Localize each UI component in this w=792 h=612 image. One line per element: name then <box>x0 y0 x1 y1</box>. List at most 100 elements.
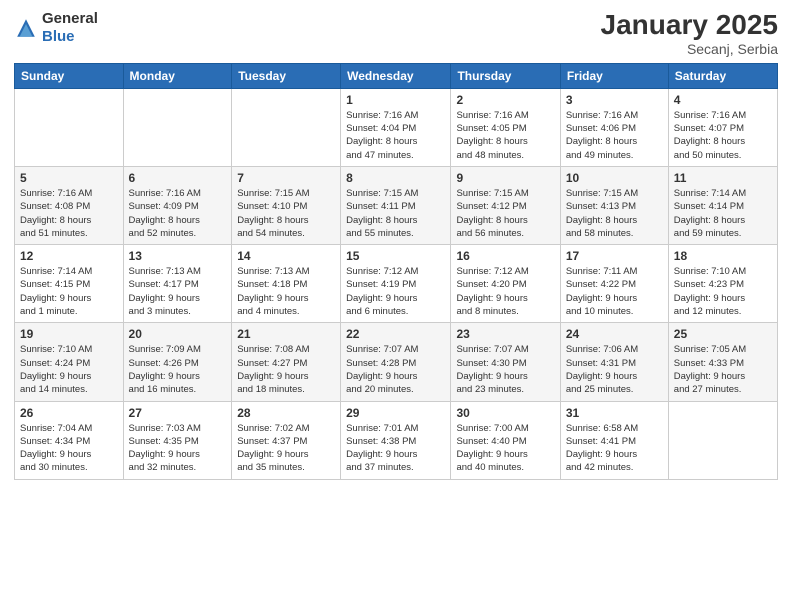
week-row-3: 12 Sunrise: 7:14 AM Sunset: 4:15 PM Dayli… <box>15 245 778 323</box>
logo-text: General Blue <box>42 10 98 46</box>
calendar-table: Sunday Monday Tuesday Wednesday Thursday… <box>14 63 778 480</box>
table-row: 4 Sunrise: 7:16 AM Sunset: 4:07 PM Daylig… <box>668 88 777 166</box>
table-row: 13 Sunrise: 7:13 AM Sunset: 4:17 PM Dayli… <box>123 245 232 323</box>
day-number: 7 <box>237 171 335 185</box>
table-row: 1 Sunrise: 7:16 AM Sunset: 4:04 PM Daylig… <box>341 88 451 166</box>
table-row: 22 Sunrise: 7:07 AM Sunset: 4:28 PM Dayli… <box>341 323 451 401</box>
table-row: 17Sunrise: 7:11 AM Sunset: 4:22 PM Dayli… <box>560 245 668 323</box>
day-number: 1 <box>346 93 445 107</box>
day-number: 3 <box>566 93 663 107</box>
day-info: Sunrise: 7:16 AM Sunset: 4:04 PM Dayligh… <box>346 109 445 162</box>
day-number: 16 <box>456 249 554 263</box>
week-row-1: 1 Sunrise: 7:16 AM Sunset: 4:04 PM Daylig… <box>15 88 778 166</box>
day-info: Sunrise: 7:06 AM Sunset: 4:31 PM Dayligh… <box>566 343 663 396</box>
table-row: 14 Sunrise: 7:13 AM Sunset: 4:18 PM Dayli… <box>232 245 341 323</box>
day-number: 6 <box>129 171 227 185</box>
header-thursday: Thursday <box>451 63 560 88</box>
table-row <box>15 88 124 166</box>
day-info: Sunrise: 7:07 AM Sunset: 4:30 PM Dayligh… <box>456 343 554 396</box>
header-friday: Friday <box>560 63 668 88</box>
table-row <box>668 401 777 479</box>
day-number: 21 <box>237 327 335 341</box>
day-number: 14 <box>237 249 335 263</box>
week-row-5: 26 Sunrise: 7:04 AM Sunset: 4:34 PM Dayli… <box>15 401 778 479</box>
table-row: 12 Sunrise: 7:14 AM Sunset: 4:15 PM Dayli… <box>15 245 124 323</box>
day-number: 22 <box>346 327 445 341</box>
day-info: Sunrise: 7:03 AM Sunset: 4:35 PM Dayligh… <box>129 422 227 475</box>
day-info: Sunrise: 7:15 AM Sunset: 4:11 PM Dayligh… <box>346 187 445 240</box>
week-row-4: 19 Sunrise: 7:10 AM Sunset: 4:24 PM Dayli… <box>15 323 778 401</box>
day-info: Sunrise: 7:10 AM Sunset: 4:24 PM Dayligh… <box>20 343 118 396</box>
day-number: 9 <box>456 171 554 185</box>
day-number: 8 <box>346 171 445 185</box>
table-row: 26 Sunrise: 7:04 AM Sunset: 4:34 PM Dayli… <box>15 401 124 479</box>
day-info: Sunrise: 7:08 AM Sunset: 4:27 PM Dayligh… <box>237 343 335 396</box>
day-info: Sunrise: 7:16 AM Sunset: 4:06 PM Dayligh… <box>566 109 663 162</box>
table-row: 5 Sunrise: 7:16 AM Sunset: 4:08 PM Daylig… <box>15 166 124 244</box>
day-number: 31 <box>566 406 663 420</box>
day-info: Sunrise: 7:16 AM Sunset: 4:05 PM Dayligh… <box>456 109 554 162</box>
day-number: 20 <box>129 327 227 341</box>
table-row <box>232 88 341 166</box>
title-block: January 2025 Secanj, Serbia <box>601 10 778 57</box>
table-row: 2Sunrise: 7:16 AM Sunset: 4:05 PM Daylig… <box>451 88 560 166</box>
day-info: Sunrise: 7:15 AM Sunset: 4:10 PM Dayligh… <box>237 187 335 240</box>
calendar-container: General Blue January 2025 Secanj, Serbia… <box>0 0 792 490</box>
day-number: 25 <box>674 327 772 341</box>
day-info: Sunrise: 7:16 AM Sunset: 4:07 PM Dayligh… <box>674 109 772 162</box>
day-info: Sunrise: 7:16 AM Sunset: 4:09 PM Dayligh… <box>129 187 227 240</box>
day-info: Sunrise: 7:15 AM Sunset: 4:13 PM Dayligh… <box>566 187 663 240</box>
logo-general: General <box>42 10 98 27</box>
month-title: January 2025 <box>601 10 778 41</box>
table-row: 7 Sunrise: 7:15 AM Sunset: 4:10 PM Daylig… <box>232 166 341 244</box>
day-info: Sunrise: 7:15 AM Sunset: 4:12 PM Dayligh… <box>456 187 554 240</box>
day-info: Sunrise: 7:01 AM Sunset: 4:38 PM Dayligh… <box>346 422 445 475</box>
day-number: 11 <box>674 171 772 185</box>
table-row: 6 Sunrise: 7:16 AM Sunset: 4:09 PM Daylig… <box>123 166 232 244</box>
header-row: General Blue January 2025 Secanj, Serbia <box>14 10 778 57</box>
day-number: 5 <box>20 171 118 185</box>
day-info: Sunrise: 7:14 AM Sunset: 4:15 PM Dayligh… <box>20 265 118 318</box>
day-number: 4 <box>674 93 772 107</box>
table-row: 19 Sunrise: 7:10 AM Sunset: 4:24 PM Dayli… <box>15 323 124 401</box>
day-number: 27 <box>129 406 227 420</box>
table-row: 30Sunrise: 7:00 AM Sunset: 4:40 PM Dayli… <box>451 401 560 479</box>
day-info: Sunrise: 7:02 AM Sunset: 4:37 PM Dayligh… <box>237 422 335 475</box>
day-info: Sunrise: 7:13 AM Sunset: 4:18 PM Dayligh… <box>237 265 335 318</box>
day-number: 10 <box>566 171 663 185</box>
day-info: Sunrise: 7:10 AM Sunset: 4:23 PM Dayligh… <box>674 265 772 318</box>
day-info: Sunrise: 7:13 AM Sunset: 4:17 PM Dayligh… <box>129 265 227 318</box>
table-row: 18Sunrise: 7:10 AM Sunset: 4:23 PM Dayli… <box>668 245 777 323</box>
day-number: 28 <box>237 406 335 420</box>
day-number: 26 <box>20 406 118 420</box>
day-number: 24 <box>566 327 663 341</box>
day-info: Sunrise: 7:07 AM Sunset: 4:28 PM Dayligh… <box>346 343 445 396</box>
table-row <box>123 88 232 166</box>
day-info: Sunrise: 7:12 AM Sunset: 4:19 PM Dayligh… <box>346 265 445 318</box>
day-number: 13 <box>129 249 227 263</box>
table-row: 31Sunrise: 6:58 AM Sunset: 4:41 PM Dayli… <box>560 401 668 479</box>
location-subtitle: Secanj, Serbia <box>601 41 778 57</box>
table-row: 11Sunrise: 7:14 AM Sunset: 4:14 PM Dayli… <box>668 166 777 244</box>
day-info: Sunrise: 7:16 AM Sunset: 4:08 PM Dayligh… <box>20 187 118 240</box>
table-row: 10 Sunrise: 7:15 AM Sunset: 4:13 PM Dayli… <box>560 166 668 244</box>
header-tuesday: Tuesday <box>232 63 341 88</box>
logo-icon <box>14 16 38 40</box>
table-row: 9 Sunrise: 7:15 AM Sunset: 4:12 PM Daylig… <box>451 166 560 244</box>
table-row: 3 Sunrise: 7:16 AM Sunset: 4:06 PM Daylig… <box>560 88 668 166</box>
table-row: 21 Sunrise: 7:08 AM Sunset: 4:27 PM Dayli… <box>232 323 341 401</box>
day-number: 12 <box>20 249 118 263</box>
table-row: 23Sunrise: 7:07 AM Sunset: 4:30 PM Dayli… <box>451 323 560 401</box>
table-row: 29 Sunrise: 7:01 AM Sunset: 4:38 PM Dayli… <box>341 401 451 479</box>
weekday-header-row: Sunday Monday Tuesday Wednesday Thursday… <box>15 63 778 88</box>
day-number: 29 <box>346 406 445 420</box>
table-row: 24 Sunrise: 7:06 AM Sunset: 4:31 PM Dayli… <box>560 323 668 401</box>
day-info: Sunrise: 7:04 AM Sunset: 4:34 PM Dayligh… <box>20 422 118 475</box>
day-number: 15 <box>346 249 445 263</box>
table-row: 15 Sunrise: 7:12 AM Sunset: 4:19 PM Dayli… <box>341 245 451 323</box>
header-sunday: Sunday <box>15 63 124 88</box>
day-info: Sunrise: 7:09 AM Sunset: 4:26 PM Dayligh… <box>129 343 227 396</box>
header-wednesday: Wednesday <box>341 63 451 88</box>
table-row: 20 Sunrise: 7:09 AM Sunset: 4:26 PM Dayli… <box>123 323 232 401</box>
day-number: 19 <box>20 327 118 341</box>
